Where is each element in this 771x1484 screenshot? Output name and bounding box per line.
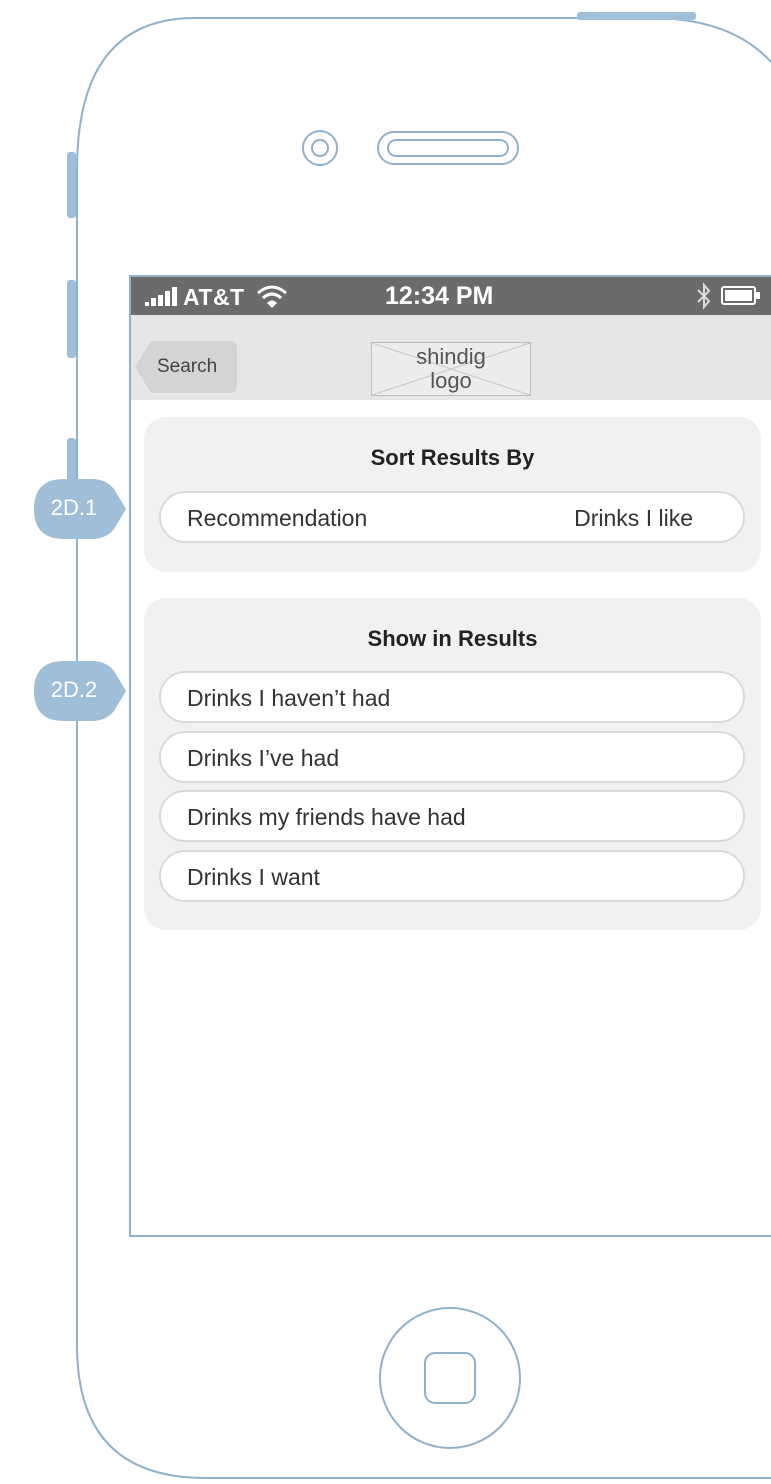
signal-bars-icon xyxy=(145,287,177,306)
logo-line-2: logo xyxy=(430,368,472,393)
show-in-results-title: Show in Results xyxy=(367,626,538,651)
sort-option-recommendation[interactable]: Recommendation xyxy=(187,505,367,532)
sort-results-title: Sort Results By xyxy=(370,445,535,470)
annotation-badge-2d2: 2D.2 xyxy=(34,661,126,721)
annotation-label-2d2: 2D.2 xyxy=(50,677,98,702)
phone-screen: AT&T 12:34 PM Search shindig logo Sort R… xyxy=(129,275,771,1237)
filter-option-have-had[interactable]: Drinks I’ve had xyxy=(159,731,745,783)
sort-option-drinks-i-like[interactable]: Drinks I like xyxy=(574,505,693,532)
sort-results-group: Sort Results By Recommendation Drinks I … xyxy=(144,417,761,572)
annotation-label-2d1: 2D.1 xyxy=(50,495,98,520)
status-bar: AT&T 12:34 PM xyxy=(131,277,771,315)
carrier-label: AT&T xyxy=(183,284,245,310)
logo-line-1: shindig xyxy=(416,344,486,369)
filter-option-label: Drinks I’ve had xyxy=(187,745,340,771)
filter-option-havent-had[interactable]: Drinks I haven’t had xyxy=(159,671,745,723)
annotation-badge-2d1: 2D.1 xyxy=(34,479,126,539)
logo-placeholder: shindig logo xyxy=(371,342,531,396)
show-in-results-group: Show in Results Drinks I haven’t had Dri… xyxy=(144,598,761,930)
sort-segmented-control[interactable]: Recommendation Drinks I like xyxy=(159,491,745,543)
filter-option-label: Drinks I haven’t had xyxy=(187,685,391,711)
bluetooth-icon xyxy=(697,282,711,310)
filter-option-label: Drinks I want xyxy=(187,864,320,890)
back-button-search[interactable]: Search xyxy=(135,341,237,393)
wifi-icon xyxy=(257,285,287,308)
back-button-label: Search xyxy=(157,356,218,377)
filter-option-friends-have-had[interactable]: Drinks my friends have had xyxy=(159,790,745,842)
filter-option-label: Drinks my friends have had xyxy=(187,804,466,830)
navigation-bar: Search shindig logo xyxy=(131,315,771,400)
front-camera-icon xyxy=(302,130,338,166)
battery-icon xyxy=(721,286,760,305)
speaker-slot-icon xyxy=(377,131,519,165)
status-time: 12:34 PM xyxy=(385,282,494,310)
home-button-icon[interactable] xyxy=(379,1307,521,1449)
filter-option-want[interactable]: Drinks I want xyxy=(159,850,745,902)
logo-text: shindig logo xyxy=(372,345,530,393)
